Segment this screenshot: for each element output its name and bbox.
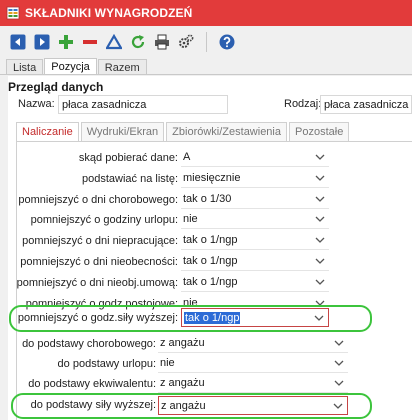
reduction-option-select[interactable]: tak o 1/ngp <box>181 252 329 271</box>
chevron-down-icon[interactable] <box>311 231 329 250</box>
nazwa-field[interactable]: płaca zasadnicza <box>58 95 228 114</box>
chevron-down-icon[interactable] <box>311 272 329 291</box>
chevron-down-icon[interactable] <box>311 148 329 167</box>
force-majeure-reduction-select[interactable]: tak o 1/ngp <box>181 308 329 327</box>
reduction-option-label: pomniejszyć o dni nieobj.umową: <box>16 276 178 289</box>
reduction-option-label: pomniejszyć o dni chorobowego: <box>18 193 178 206</box>
force-majeure-basis-label: do podstawy siły wyższej: <box>30 399 156 411</box>
basis-option-label: do podstawy chorobowego: <box>22 338 156 350</box>
next-button[interactable] <box>32 32 52 52</box>
rodzaj-label: Rodzaj: <box>284 98 322 110</box>
arrow-right-icon <box>34 34 50 50</box>
section-title: Przegląd danych <box>8 80 104 94</box>
force-majeure-basis-select[interactable]: z angażu <box>158 396 348 415</box>
tab-pozostale[interactable]: Pozostałe <box>289 122 350 141</box>
reduction-option-value: tak o 1/30 <box>183 192 232 205</box>
reduction-option-label: pomniejszyć o dni niepracujące: <box>22 235 178 248</box>
basis-option-label: do podstawy urlopu: <box>57 358 156 370</box>
reduction-option-label: podstawiać na listę: <box>82 172 178 185</box>
reduction-option-label: pomniejszyć o dni nieobecności: <box>20 256 178 268</box>
basis-option-select[interactable]: z angażu <box>158 374 348 393</box>
window-title: SKŁADNIKI WYNAGRODZEŃ <box>25 6 193 20</box>
reduction-option-value: tak o 1/ngp <box>183 255 238 267</box>
chevron-down-icon[interactable] <box>311 252 329 271</box>
add-button[interactable] <box>56 32 76 52</box>
refresh-button[interactable] <box>128 32 148 52</box>
reduction-option-select[interactable]: A <box>181 148 329 167</box>
toolbar-divider <box>206 32 207 52</box>
app-grid-icon <box>6 6 20 20</box>
triangle-icon <box>106 34 122 50</box>
tab-naliczanie[interactable]: Naliczanie <box>16 122 79 141</box>
delete-button[interactable] <box>80 32 100 52</box>
basis-option-value: z angażu <box>160 377 205 389</box>
tab-divider <box>0 74 412 75</box>
rodzaj-field[interactable]: płaca zasadnicza <box>320 95 412 114</box>
toolbar <box>0 28 412 56</box>
reduction-option-select[interactable]: nie <box>181 210 329 230</box>
arrow-left-icon <box>10 34 26 50</box>
reduction-option-select[interactable]: miesięcznie <box>181 168 329 188</box>
subtab-divider <box>16 141 412 142</box>
force-majeure-basis-value: z angażu <box>161 399 206 412</box>
chevron-down-icon[interactable] <box>330 334 348 353</box>
gears-icon <box>179 34 194 48</box>
reduction-option-value: miesięcznie <box>183 171 241 184</box>
reduction-option-value: nie <box>183 213 198 226</box>
basis-option-select[interactable]: z angażu <box>158 334 348 353</box>
printer-icon <box>155 34 169 50</box>
minus-icon <box>83 40 97 44</box>
reduction-option-label: skąd pobierać dane: <box>78 152 178 164</box>
main-tabs: Lista Pozycja Razem <box>6 58 148 75</box>
title-bar: SKŁADNIKI WYNAGRODZEŃ <box>0 0 412 26</box>
force-majeure-reduction-label: pomniejszyć o godz.siły wyższej: <box>17 312 178 324</box>
reduction-option-value: tak o 1/ngp <box>183 275 238 288</box>
rodzaj-value: płaca zasadnicza <box>324 98 409 111</box>
tab-zbiorowki-zestawienia[interactable]: Zbiorówki/Zestawienia <box>166 122 287 141</box>
basis-option-select[interactable]: nie <box>158 354 348 373</box>
plus-icon <box>59 35 73 49</box>
reduction-option-label: pomniejszyć o godziny urlopu: <box>30 214 178 227</box>
refresh-icon <box>131 35 145 49</box>
print-button[interactable] <box>152 32 172 52</box>
settings-button[interactable] <box>176 32 196 52</box>
reduction-option-value: A <box>183 151 191 163</box>
basis-option-label: do podstawy ekwiwalentu: <box>28 378 156 390</box>
reduction-option-select[interactable]: tak o 1/ngp <box>181 272 329 292</box>
chevron-down-icon[interactable] <box>311 189 329 208</box>
force-majeure-reduction-value: tak o 1/ngp <box>184 311 241 324</box>
basis-option-value: nie <box>160 357 175 369</box>
edit-button[interactable] <box>104 32 124 52</box>
chevron-down-icon[interactable] <box>311 210 329 229</box>
chevron-down-icon[interactable] <box>310 308 328 327</box>
chevron-down-icon[interactable] <box>330 354 348 373</box>
reduction-option-value: tak o 1/ngp <box>183 234 238 247</box>
chevron-down-icon[interactable] <box>311 168 329 187</box>
tab-pozycja[interactable]: Pozycja <box>44 58 97 75</box>
basis-option-value: z angażu <box>160 337 205 349</box>
tab-wydruki-ekran[interactable]: Wydruki/Ekran <box>80 122 165 141</box>
tab-lista[interactable]: Lista <box>6 59 44 75</box>
nazwa-value: płaca zasadnicza <box>62 98 147 111</box>
reduction-option-select[interactable]: tak o 1/ngp <box>181 231 329 251</box>
help-icon <box>219 34 235 50</box>
calculation-tabs: Naliczanie Wydruki/Ekran Zbiorówki/Zesta… <box>16 122 351 141</box>
chevron-down-icon[interactable] <box>329 396 347 415</box>
help-button[interactable] <box>217 32 237 52</box>
chevron-down-icon[interactable] <box>330 374 348 393</box>
tab-razem[interactable]: Razem <box>97 59 147 75</box>
reduction-option-select[interactable]: tak o 1/30 <box>181 189 329 209</box>
previous-button[interactable] <box>8 32 28 52</box>
nazwa-label: Nazwa: <box>18 98 55 110</box>
